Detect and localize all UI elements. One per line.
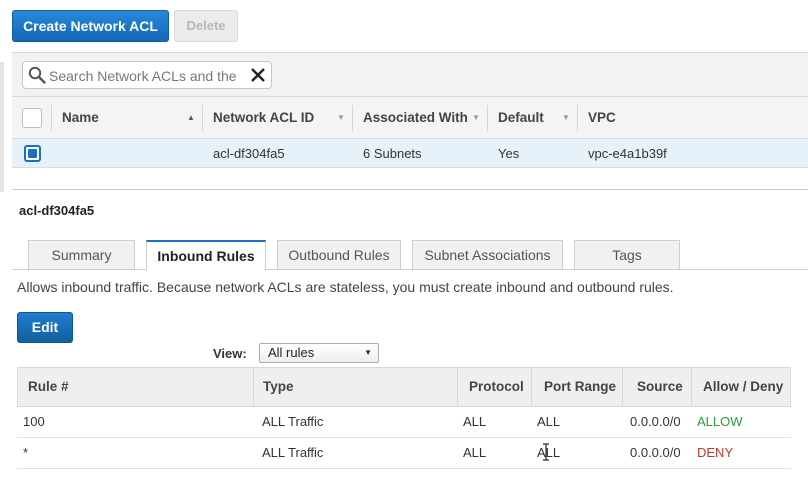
panel-divider[interactable] <box>12 189 808 190</box>
rule-type: ALL Traffic <box>262 414 324 429</box>
rules-header: Rule # Type Protocol Port Range Source A… <box>17 367 791 407</box>
column-header-associated-with[interactable]: Associated With <box>363 97 468 139</box>
column-separator <box>253 368 254 406</box>
table-row: * ALL Traffic ALL ALL 0.0.0.0/0 DENY <box>17 438 791 469</box>
rules-column-rule: Rule # <box>28 379 69 394</box>
column-header-default[interactable]: Default <box>498 97 544 139</box>
column-separator <box>691 368 692 406</box>
edit-button[interactable]: Edit <box>17 312 73 343</box>
tab-tags[interactable]: Tags <box>574 240 680 270</box>
row-default: Yes <box>498 146 520 161</box>
left-edge-panel <box>0 62 4 192</box>
table-row: 100 ALL Traffic ALL ALL 0.0.0.0/0 ALLOW <box>17 407 791 438</box>
column-header-name[interactable]: Name <box>62 97 99 139</box>
rule-type: ALL Traffic <box>262 445 324 460</box>
sort-icon[interactable]: ▼ <box>472 97 480 139</box>
column-separator <box>457 368 458 406</box>
search-placeholder: Search Network ACLs and the <box>49 68 237 84</box>
rules-column-port-range: Port Range <box>544 379 617 394</box>
rules-column-allow-deny: Allow / Deny <box>703 379 784 394</box>
column-separator <box>577 105 578 131</box>
column-separator <box>531 368 532 406</box>
select-arrow-icon: ▼ <box>364 348 372 357</box>
view-label: View: <box>213 346 247 361</box>
create-network-acl-button[interactable]: Create Network ACL <box>12 10 169 42</box>
tab-subnet-associations[interactable]: Subnet Associations <box>412 240 563 270</box>
column-separator <box>622 368 623 406</box>
tab-summary[interactable]: Summary <box>28 240 135 270</box>
sort-icon[interactable]: ▼ <box>562 97 570 139</box>
rule-number: 100 <box>23 414 45 429</box>
sort-icon[interactable]: ▼ <box>337 97 345 139</box>
row-acl-id: acl-df304fa5 <box>213 146 285 161</box>
row-checkbox[interactable] <box>24 145 41 162</box>
rule-number: * <box>23 445 29 460</box>
table-row[interactable]: acl-df304fa5 6 Subnets Yes vpc-e4a1b39f <box>12 139 808 168</box>
column-separator <box>51 105 52 131</box>
rule-port-range: ALL <box>537 414 561 429</box>
tab-inbound-rules[interactable]: Inbound Rules <box>146 240 266 271</box>
column-separator <box>202 105 203 131</box>
detail-title: acl-df304fa5 <box>19 203 95 218</box>
rule-source: 0.0.0.0/0 <box>630 445 681 460</box>
grid-header: Name ▲ Network ACL ID ▼ Associated With … <box>12 97 808 139</box>
column-separator <box>487 105 488 131</box>
rules-column-protocol: Protocol <box>469 379 524 394</box>
rule-protocol: ALL <box>463 445 487 460</box>
clear-search-icon[interactable] <box>250 67 266 83</box>
rule-source: 0.0.0.0/0 <box>630 414 681 429</box>
column-separator <box>352 105 353 131</box>
network-acl-grid: Search Network ACLs and the Name ▲ Netwo… <box>12 52 808 191</box>
tab-outbound-rules[interactable]: Outbound Rules <box>277 240 401 270</box>
view-select[interactable]: All rules ▼ <box>259 343 379 363</box>
column-header-acl-id[interactable]: Network ACL ID <box>213 97 314 139</box>
rule-allow-deny: DENY <box>697 445 734 460</box>
rule-allow-deny: ALLOW <box>697 414 743 429</box>
row-associated-with: 6 Subnets <box>363 146 422 161</box>
column-header-vpc[interactable]: VPC <box>588 97 616 139</box>
view-select-value: All rules <box>268 345 315 360</box>
row-vpc: vpc-e4a1b39f <box>588 146 667 161</box>
select-all-checkbox[interactable] <box>22 108 42 128</box>
inbound-description: Allows inbound traffic. Because network … <box>17 279 674 295</box>
rule-protocol: ALL <box>463 414 487 429</box>
search-icon <box>28 66 46 84</box>
rules-column-type: Type <box>263 379 294 394</box>
text-cursor-icon <box>543 443 549 461</box>
search-input[interactable]: Search Network ACLs and the <box>22 61 272 89</box>
sort-asc-icon[interactable]: ▲ <box>187 97 195 139</box>
delete-button[interactable]: Delete <box>174 10 238 42</box>
filter-bar: Search Network ACLs and the <box>12 53 808 97</box>
rules-column-source: Source <box>637 379 683 394</box>
